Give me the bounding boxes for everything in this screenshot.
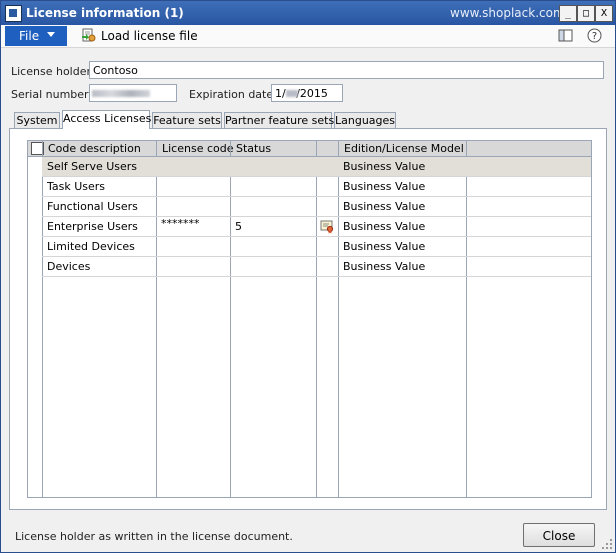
cell-code-description: Functional Users xyxy=(47,200,138,213)
cell-status xyxy=(230,177,316,197)
load-license-file-label: Load license file xyxy=(101,29,198,43)
table-row[interactable]: Devices Business Value xyxy=(42,257,591,277)
close-button[interactable]: Close xyxy=(523,523,595,547)
cell-edition: Business Value xyxy=(343,180,426,193)
column-header-edition[interactable]: Edition/License Model xyxy=(339,141,467,156)
cell-status xyxy=(230,257,316,277)
minimize-button[interactable]: _ xyxy=(559,5,577,22)
cell-edition: Business Value xyxy=(343,200,426,213)
license-holder-field[interactable]: Contoso xyxy=(89,61,604,79)
status-help-text: License holder as written in the license… xyxy=(15,530,293,543)
chevron-down-icon xyxy=(47,32,55,37)
redacted-date-blur xyxy=(286,90,298,97)
layout-icon[interactable] xyxy=(558,28,573,43)
help-icon[interactable]: ? xyxy=(587,28,602,43)
cell-license-code xyxy=(156,257,230,277)
svg-text:?: ? xyxy=(592,31,597,42)
cell-status xyxy=(230,237,316,257)
file-menu-button[interactable]: File xyxy=(5,26,67,46)
column-header-icon[interactable] xyxy=(317,141,339,156)
resize-grip-icon[interactable] xyxy=(601,538,613,550)
expiration-date-value: 1/ /2015 xyxy=(275,87,328,100)
tab-feature-sets[interactable]: Feature sets xyxy=(152,112,222,128)
expiration-date-label: Expiration date: xyxy=(189,88,277,101)
load-file-icon xyxy=(82,28,96,42)
grid-header: Code description License code Status Edi… xyxy=(28,141,591,157)
tab-partner-feature-sets[interactable]: Partner feature sets xyxy=(224,112,334,128)
certificate-icon[interactable] xyxy=(320,220,334,234)
cell-edition: Business Value xyxy=(343,160,426,173)
watermark-text: www.shoplack.com xyxy=(450,6,565,20)
cell-code-description: Limited Devices xyxy=(47,240,135,253)
cell-license-code xyxy=(156,177,230,197)
maximize-button[interactable]: □ xyxy=(577,5,595,22)
tab-access-licenses[interactable]: Access Licenses xyxy=(62,110,151,129)
tab-languages[interactable]: Languages xyxy=(334,112,396,128)
cell-code-description: Self Serve Users xyxy=(47,160,138,173)
file-menu-label: File xyxy=(19,29,40,43)
license-information-window: License information (1) www.shoplack.com… xyxy=(0,0,616,553)
title-bar[interactable]: License information (1) www.shoplack.com… xyxy=(1,1,615,25)
cell-edition: Business Value xyxy=(343,220,426,233)
table-row[interactable]: Self Serve Users Business Value xyxy=(42,157,591,177)
expiration-date-field[interactable]: 1/ /2015 xyxy=(271,84,343,102)
tab-system[interactable]: System xyxy=(14,112,60,128)
access-licenses-grid[interactable]: Code description License code Status Edi… xyxy=(27,140,592,498)
cell-license-code: ******* xyxy=(161,217,200,230)
close-window-button[interactable]: X xyxy=(595,5,613,22)
cell-status xyxy=(230,157,316,177)
cell-license-code xyxy=(156,197,230,217)
cell-edition: Business Value xyxy=(343,260,426,273)
serial-number-field[interactable] xyxy=(89,84,177,102)
table-row[interactable]: Enterprise Users ******* 5 Business Valu… xyxy=(42,217,591,237)
serial-number-label: Serial number: xyxy=(11,88,93,101)
cell-license-code xyxy=(156,237,230,257)
cell-code-description: Enterprise Users xyxy=(47,220,138,233)
license-holder-label: License holder: xyxy=(11,65,95,78)
cell-code-description: Devices xyxy=(47,260,91,273)
table-row[interactable]: Functional Users Business Value xyxy=(42,197,591,217)
window-title: License information (1) xyxy=(26,6,184,20)
action-pane: File Load license file ? xyxy=(1,25,615,48)
cell-license-code xyxy=(156,157,230,177)
column-header-license-code[interactable]: License code xyxy=(157,141,234,156)
redacted-serial-blur xyxy=(92,90,150,97)
app-icon xyxy=(5,5,22,22)
cell-status: 5 xyxy=(235,220,242,233)
cell-status xyxy=(230,197,316,217)
cell-code-description: Task Users xyxy=(47,180,106,193)
cell-edition: Business Value xyxy=(343,240,426,253)
column-header-code-description[interactable]: Code description xyxy=(43,141,157,156)
table-row[interactable]: Limited Devices Business Value xyxy=(42,237,591,257)
table-row[interactable]: Task Users Business Value xyxy=(42,177,591,197)
column-header-status[interactable]: Status xyxy=(231,141,317,156)
